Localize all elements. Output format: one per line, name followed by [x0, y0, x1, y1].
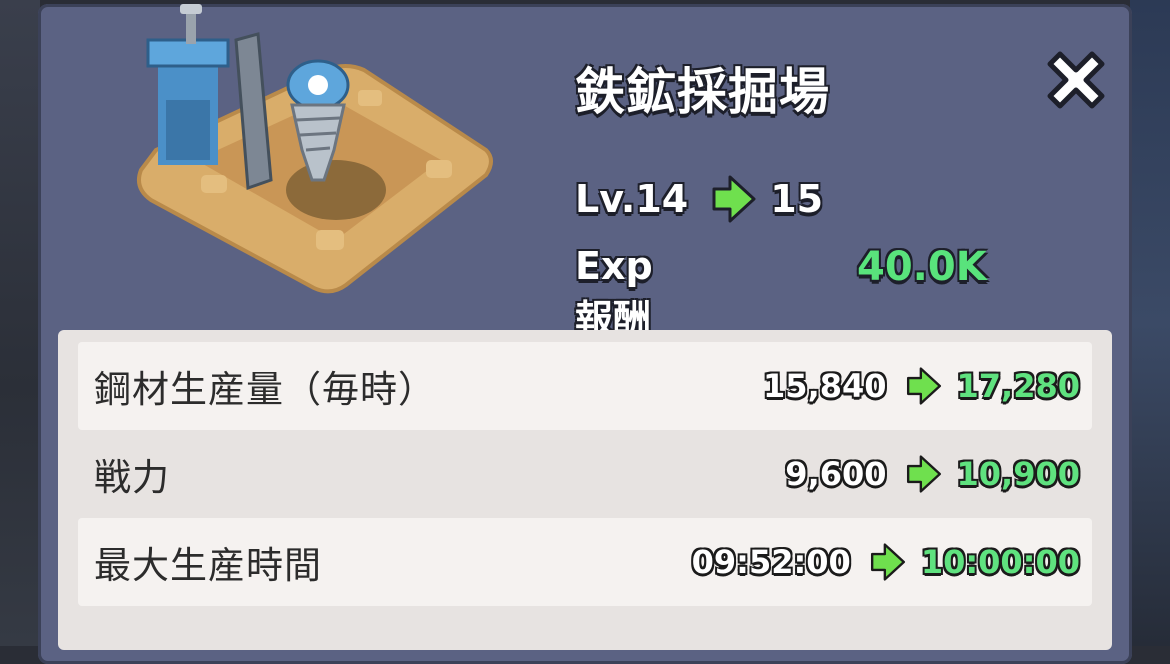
stat-values: 15,840 17,280 — [763, 365, 1092, 407]
stat-next-value: 17,280 — [956, 367, 1080, 405]
exp-reward-value: 40.0K — [857, 244, 987, 290]
current-level: Lv.14 — [575, 177, 689, 221]
background-scene-right — [1130, 0, 1170, 646]
exp-reward-label: Exp報酬 — [575, 244, 653, 341]
stats-table: 鋼材生産量（毎時） 15,840 17,280 戦力 9,600 10,900 … — [58, 330, 1112, 650]
green-right-arrow-icon — [870, 543, 905, 581]
stat-row-max-production-time: 最大生産時間 09:52:00 10:00:00 — [78, 518, 1092, 606]
close-button[interactable] — [1036, 40, 1116, 120]
stat-values: 09:52:00 10:00:00 — [692, 541, 1092, 583]
stat-current-value: 09:52:00 — [691, 543, 851, 581]
next-level: 15 — [770, 177, 824, 221]
green-right-arrow-icon — [906, 367, 941, 405]
building-title: 鉄鉱採掘場 — [575, 63, 830, 121]
stat-label: 鋼材生産量（毎時） — [94, 368, 436, 411]
close-icon — [1047, 51, 1105, 109]
background-scene-left — [0, 0, 40, 646]
stat-next-value: 10,900 — [956, 455, 1080, 493]
stat-values: 9,600 10,900 — [785, 453, 1092, 495]
stat-row-power: 戦力 9,600 10,900 — [78, 430, 1092, 518]
stat-current-value: 9,600 — [785, 455, 887, 493]
level-change: Lv.14 15 — [575, 174, 823, 224]
green-right-arrow-icon — [906, 455, 941, 493]
stat-label: 最大生産時間 — [94, 544, 322, 587]
stat-next-value: 10:00:00 — [920, 543, 1080, 581]
green-right-arrow-icon — [712, 175, 756, 223]
stat-row-steel-production: 鋼材生産量（毎時） 15,840 17,280 — [78, 342, 1092, 430]
stat-label: 戦力 — [94, 456, 170, 499]
stat-current-value: 15,840 — [763, 367, 887, 405]
iron-mine-building-image — [137, 4, 493, 294]
